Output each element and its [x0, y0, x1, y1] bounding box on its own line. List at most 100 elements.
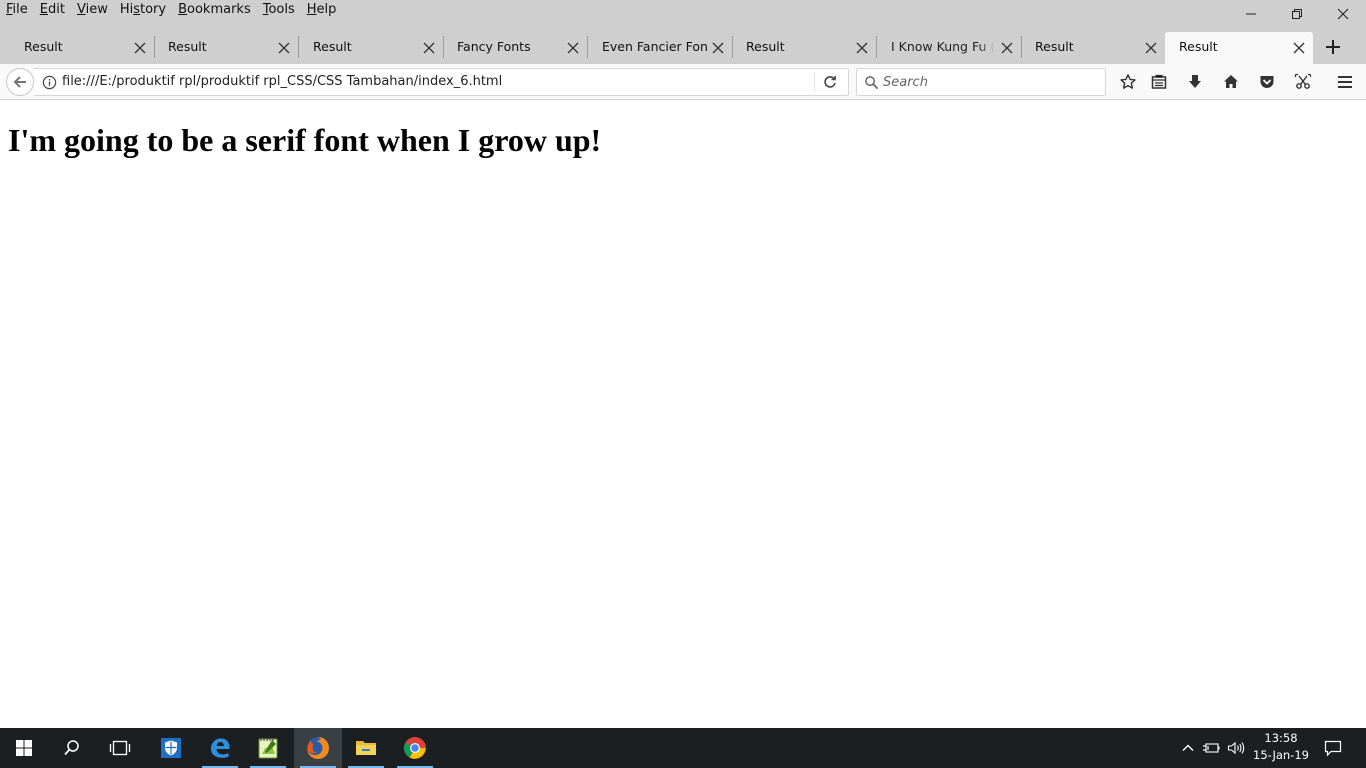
- chevron-up-icon: [1182, 744, 1194, 751]
- downloads-button[interactable]: [1181, 68, 1209, 96]
- close-icon: [1337, 8, 1349, 20]
- tab-title: I Know Kung Fu (er,: [891, 39, 995, 54]
- tab-strip: Result Result Result Fancy Fonts Even Fa…: [0, 28, 1366, 64]
- notification-icon: [1324, 740, 1342, 757]
- tab-title: Result: [1179, 39, 1218, 54]
- screenshot-icon: [1294, 73, 1312, 89]
- show-hidden-icons-button[interactable]: [1176, 728, 1200, 768]
- tab-title: Result: [24, 39, 63, 54]
- windows-start-icon: [16, 740, 32, 756]
- taskbar-notepad-plus[interactable]: [244, 728, 292, 768]
- tab-close-icon[interactable]: [565, 40, 581, 56]
- menu-view[interactable]: View: [71, 0, 114, 20]
- task-view-button[interactable]: [96, 728, 144, 768]
- menu-tools[interactable]: Tools: [257, 0, 301, 20]
- open-menu-button[interactable]: [1331, 68, 1359, 96]
- tab-close-icon[interactable]: [276, 40, 292, 56]
- tab-close-icon[interactable]: [132, 40, 148, 56]
- plus-icon: [1326, 40, 1340, 54]
- edge-icon: [211, 738, 230, 758]
- search-icon: [64, 740, 79, 756]
- navigation-toolbar: file:///E:/produktif rpl/produktif rpl_C…: [0, 64, 1366, 100]
- page-heading: I'm going to be a serif font when I grow…: [8, 122, 602, 158]
- minimize-icon: [1246, 13, 1256, 15]
- windows-defender-icon: [161, 738, 181, 758]
- battery-status[interactable]: [1200, 728, 1222, 768]
- home-icon: [1224, 75, 1238, 88]
- taskbar-search-button[interactable]: [48, 728, 96, 768]
- url-bar[interactable]: file:///E:/produktif rpl/produktif rpl_C…: [34, 68, 849, 96]
- search-bar[interactable]: [856, 68, 1106, 96]
- url-text[interactable]: file:///E:/produktif rpl/produktif rpl_C…: [62, 69, 502, 95]
- menu-edit[interactable]: Edit: [34, 0, 71, 20]
- taskbar: 13:58 15-Jan-19: [0, 728, 1366, 768]
- tab[interactable]: Even Fancier Fonts: [588, 32, 733, 64]
- tab-close-icon[interactable]: [421, 40, 437, 56]
- tab-title: Result: [746, 39, 785, 54]
- restore-icon: [1292, 9, 1302, 19]
- tab-title: Result: [313, 39, 352, 54]
- tab[interactable]: Result: [1021, 32, 1165, 64]
- volume-button[interactable]: [1224, 728, 1248, 768]
- minimize-button[interactable]: [1228, 0, 1274, 28]
- bookmark-button[interactable]: [1114, 68, 1142, 96]
- tab[interactable]: I Know Kung Fu (er,: [877, 32, 1022, 64]
- menu-bookmarks[interactable]: Bookmarks: [172, 0, 257, 20]
- tab-title: Result: [168, 39, 207, 54]
- clock-time: 13:58: [1264, 731, 1298, 745]
- menu-icon: [1338, 76, 1352, 88]
- tab-close-icon[interactable]: [1143, 40, 1159, 56]
- new-tab-button[interactable]: [1318, 32, 1348, 62]
- back-button[interactable]: [6, 68, 34, 96]
- reading-list-button[interactable]: [1145, 68, 1173, 96]
- firefox-icon: [307, 737, 329, 759]
- start-button[interactable]: [0, 728, 48, 768]
- tab[interactable]: Result: [154, 32, 299, 64]
- pocket-button[interactable]: [1253, 68, 1281, 96]
- menu-items: File Edit View History Bookmarks Tools H…: [0, 0, 342, 20]
- close-window-button[interactable]: [1320, 0, 1366, 28]
- reload-icon[interactable]: [822, 74, 838, 90]
- window-controls: [1228, 0, 1366, 28]
- page-content: I'm going to be a serif font when I grow…: [0, 100, 1366, 728]
- menu-help[interactable]: Help: [301, 0, 343, 20]
- restore-button[interactable]: [1274, 0, 1320, 28]
- taskbar-firefox[interactable]: [294, 728, 342, 768]
- tab-active[interactable]: Result: [1165, 32, 1313, 64]
- tab-title: Result: [1035, 39, 1074, 54]
- tab[interactable]: Result: [299, 32, 444, 64]
- speaker-icon: [1227, 741, 1245, 755]
- task-view-icon: [109, 740, 131, 756]
- action-center-button[interactable]: [1318, 728, 1348, 768]
- menu-bar: File Edit View History Bookmarks Tools H…: [0, 0, 1366, 28]
- url-separator: [814, 73, 815, 91]
- tab[interactable]: Result: [10, 32, 155, 64]
- tab-close-icon[interactable]: [854, 40, 870, 56]
- tab-title: Fancy Fonts: [457, 39, 531, 54]
- search-icon: [865, 76, 879, 90]
- taskbar-clock[interactable]: 13:58 15-Jan-19: [1246, 730, 1316, 766]
- info-icon[interactable]: [42, 75, 57, 90]
- taskbar-chrome[interactable]: [391, 728, 439, 768]
- tab[interactable]: Fancy Fonts: [443, 32, 588, 64]
- menu-history[interactable]: History: [114, 0, 172, 20]
- pocket-icon: [1260, 76, 1274, 88]
- file-explorer-icon: [356, 741, 376, 755]
- taskbar-file-explorer[interactable]: [342, 728, 390, 768]
- taskbar-defender[interactable]: [147, 728, 195, 768]
- menu-file[interactable]: File: [0, 0, 34, 20]
- tab-close-icon[interactable]: [999, 40, 1015, 56]
- download-icon: [1189, 75, 1201, 88]
- tab-close-icon[interactable]: [710, 40, 726, 56]
- chrome-icon: [404, 737, 426, 759]
- back-arrow-icon: [13, 76, 26, 88]
- search-input[interactable]: [883, 69, 1098, 95]
- tab-close-icon[interactable]: [1291, 40, 1307, 56]
- taskbar-edge[interactable]: [196, 728, 244, 768]
- tab[interactable]: Result: [732, 32, 877, 64]
- star-icon: [1120, 74, 1136, 89]
- battery-plug-icon: [1203, 743, 1220, 753]
- clock-date: 15-Jan-19: [1253, 748, 1309, 762]
- home-button[interactable]: [1217, 68, 1245, 96]
- screenshot-button[interactable]: [1289, 68, 1317, 96]
